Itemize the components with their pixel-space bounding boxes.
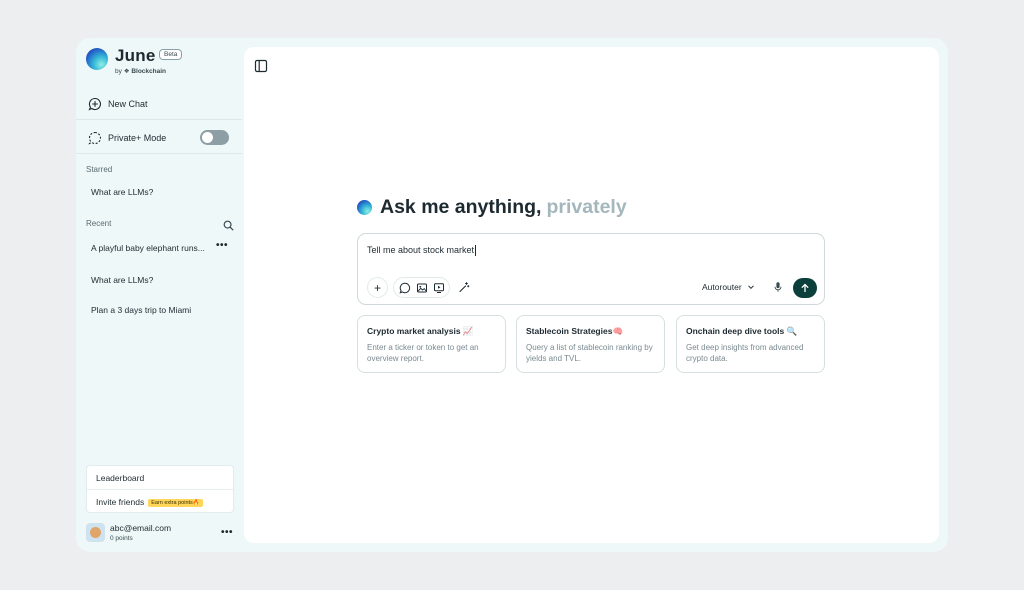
video-mode-icon[interactable] — [432, 281, 446, 295]
card-title-text: Stablecoin Strategies — [526, 326, 613, 336]
brand-name: June — [115, 46, 156, 65]
private-mode-toggle[interactable] — [200, 130, 229, 145]
chat-more-button[interactable]: ••• — [216, 240, 228, 251]
card-description: Get deep insights from advanced crypto d… — [686, 343, 804, 363]
suggestion-card-onchain[interactable]: Onchain deep dive tools 🔍 Get deep insig… — [676, 315, 825, 373]
main-panel: Ask me anything, privately Tell me about… — [244, 47, 939, 543]
card-title: Onchain deep dive tools 🔍 — [686, 326, 797, 337]
suggestion-card-crypto[interactable]: Crypto market analysis 📈 Enter a ticker … — [357, 315, 506, 373]
new-chat-icon — [88, 97, 102, 111]
attach-button[interactable]: + — [367, 277, 388, 298]
brand-byline: by ❖ Blockchain — [115, 67, 166, 75]
magnifier-emoji-icon: 🔍 — [786, 326, 798, 336]
model-select-value: Autorouter — [702, 282, 742, 292]
private-mode-icon — [88, 131, 102, 145]
chat-input[interactable]: Tell me about stock market — [367, 245, 477, 257]
avatar-face — [90, 527, 101, 538]
private-mode-item: Private+ Mode — [88, 128, 166, 148]
arrow-up-icon — [801, 283, 809, 293]
sidebar: June Beta by ❖ Blockchain New Chat Priva… — [76, 38, 242, 552]
brain-emoji-icon: 🧠 — [612, 326, 624, 336]
chat-input-value: Tell me about stock market — [367, 245, 475, 255]
mode-switcher — [393, 277, 450, 298]
user-email: abc@email.com — [110, 523, 172, 533]
june-orb-icon — [357, 199, 372, 215]
new-chat-button[interactable]: New Chat — [88, 94, 148, 114]
recent-heading: Recent — [86, 219, 112, 228]
magic-wand-icon[interactable] — [457, 280, 471, 294]
chevron-down-icon — [747, 283, 755, 291]
model-select[interactable]: Autorouter — [702, 282, 755, 292]
sidebar-toggle-icon[interactable] — [254, 59, 268, 73]
toggle-knob — [202, 132, 213, 143]
recent-chat-item[interactable]: Plan a 3 days trip to Miami — [91, 305, 221, 315]
brand-company: Blockchain — [131, 68, 167, 75]
card-title-text: Crypto market analysis — [367, 326, 461, 336]
app-window: June Beta by ❖ Blockchain New Chat Priva… — [76, 38, 948, 552]
hero-accent: privately — [546, 195, 627, 218]
avatar[interactable] — [86, 523, 105, 542]
send-button[interactable] — [793, 278, 817, 298]
text-caret — [475, 245, 477, 257]
new-chat-label: New Chat — [108, 99, 148, 109]
june-logo-icon — [86, 48, 108, 70]
chart-emoji-icon: 📈 — [462, 326, 474, 336]
card-title: Stablecoin Strategies🧠 — [526, 326, 623, 337]
invite-friends-link[interactable]: Invite friends Earn extra points🔥 — [96, 497, 203, 507]
invite-friends-label: Invite friends — [96, 497, 145, 507]
card-divider — [87, 489, 235, 490]
beta-badge: Beta — [159, 49, 183, 60]
chat-mode-icon[interactable] — [398, 281, 412, 295]
starred-heading: Starred — [86, 165, 113, 174]
sidebar-divider — [76, 153, 242, 154]
recent-chat-item[interactable]: What are LLMs? — [91, 275, 221, 285]
image-mode-icon[interactable] — [415, 281, 429, 295]
microphone-icon[interactable] — [771, 280, 785, 294]
private-mode-label: Private+ Mode — [108, 133, 167, 143]
recent-chat-item[interactable]: A playful baby elephant runs... — [91, 243, 213, 253]
card-title: Crypto market analysis 📈 — [367, 326, 474, 337]
user-points: 0 points — [110, 535, 133, 542]
card-description: Query a list of stablecoin ranking by yi… — [526, 343, 653, 363]
search-icon[interactable] — [223, 218, 234, 231]
brand-by-text: by — [115, 68, 122, 75]
account-more-button[interactable]: ••• — [221, 527, 233, 538]
card-title-text: Onchain deep dive tools — [686, 326, 785, 336]
chat-composer[interactable]: Tell me about stock market + Autorouter — [357, 233, 825, 305]
leaderboard-link[interactable]: Leaderboard — [96, 473, 144, 483]
card-description: Enter a ticker or token to get an overvi… — [367, 343, 479, 363]
starred-chat-item[interactable]: What are LLMs? — [91, 187, 221, 197]
blockchain-logo-icon: ❖ — [123, 68, 130, 75]
rewards-card: Leaderboard Invite friends Earn extra poi… — [86, 465, 235, 513]
suggestion-card-stablecoin[interactable]: Stablecoin Strategies🧠 Query a list of s… — [516, 315, 665, 373]
sidebar-divider — [76, 119, 242, 120]
hero-heading: Ask me anything, privately — [357, 195, 627, 219]
brand[interactable]: June Beta by ❖ Blockchain — [86, 46, 236, 77]
hero-title: Ask me anything, — [380, 195, 542, 218]
earn-points-badge: Earn extra points🔥 — [148, 498, 203, 507]
